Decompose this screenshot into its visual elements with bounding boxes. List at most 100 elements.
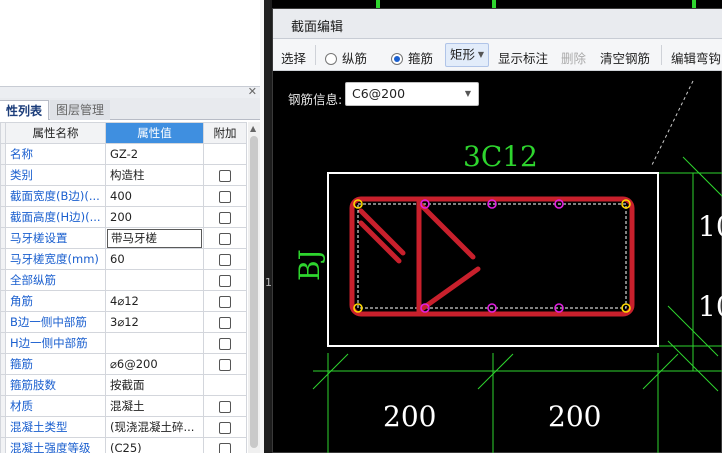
select-button[interactable]: 选择	[281, 48, 306, 67]
close-icon[interactable]: ✕	[248, 85, 257, 98]
toolbar-separator	[315, 45, 316, 65]
attach-checkbox[interactable]	[219, 316, 231, 329]
property-value-editor[interactable]: 带马牙槎	[107, 228, 202, 248]
radio-longitudinal-label: 纵筋	[342, 51, 368, 66]
property-extra-cell	[203, 248, 247, 270]
property-value-cell[interactable]: 构造柱	[105, 164, 204, 186]
tab-property-list[interactable]: 性列表	[0, 100, 50, 120]
attach-checkbox[interactable]	[219, 169, 231, 182]
property-value-cell[interactable]: 60	[105, 248, 204, 270]
property-extra-cell	[203, 311, 247, 333]
attach-checkbox[interactable]	[219, 400, 231, 413]
property-name-cell: 混凝土强度等级	[5, 437, 106, 453]
rebar-info-label: 钢筋信息:	[288, 92, 343, 107]
property-name-cell: 混凝土类型	[5, 416, 106, 438]
scrollbar-thumb[interactable]	[250, 136, 258, 448]
table-row[interactable]: 混凝土类型 (现浇混凝土碎...	[0, 416, 247, 438]
attach-checkbox[interactable]	[219, 337, 231, 350]
edit-bend-hook-button[interactable]: 编辑弯钩	[671, 48, 721, 67]
property-value-cell[interactable]: 按截面	[105, 374, 204, 396]
table-row[interactable]: 截面宽度(B边)(... 400	[0, 185, 247, 207]
property-name-cell: B边一侧中部筋	[5, 311, 106, 333]
attach-checkbox[interactable]	[219, 421, 231, 434]
table-header-row: 属性名称 属性值 附加	[0, 122, 247, 144]
property-value-cell[interactable]	[105, 332, 204, 354]
attach-checkbox[interactable]	[219, 358, 231, 371]
dialog-title-bar[interactable]: 截面编辑	[273, 9, 722, 39]
property-extra-cell	[203, 290, 247, 312]
property-value-cell[interactable]: 混凝土	[105, 395, 204, 417]
table-row[interactable]: 类别 构造柱	[0, 164, 247, 186]
attach-checkbox[interactable]	[219, 295, 231, 308]
table-row[interactable]: 名称 GZ-2	[0, 143, 247, 165]
attach-checkbox[interactable]	[219, 253, 231, 266]
property-extra-cell	[203, 416, 247, 438]
table-row[interactable]: B边一侧中部筋 3⌀12	[0, 311, 247, 333]
app-window: ✕ 性列表 图层管理 属性名称 属性值 附加 名称 GZ-2 类别 构造柱 截面宽度(B…	[0, 0, 722, 453]
property-extra-cell	[203, 437, 247, 453]
splitter[interactable]	[264, 0, 272, 453]
table-row[interactable]: 角筋 4⌀12	[0, 290, 247, 312]
cover-outline	[357, 203, 627, 309]
property-value-cell[interactable]: 4⌀12	[105, 290, 204, 312]
property-name-cell: 名称	[5, 143, 106, 165]
property-value-cell[interactable]: 3⌀12	[105, 311, 204, 333]
attach-checkbox[interactable]	[219, 232, 231, 245]
property-name-cell: 箍筋肢数	[5, 374, 106, 396]
stirrup-group	[349, 196, 635, 317]
property-table: 属性名称 属性值 附加 名称 GZ-2 类别 构造柱 截面宽度(B边)(... 400 截面…	[0, 122, 247, 453]
property-name-cell: 类别	[5, 164, 106, 186]
table-row[interactable]: 马牙槎设置 带马牙槎	[0, 227, 247, 249]
table-row[interactable]: 箍筋 ⌀6@200	[0, 353, 247, 375]
radio-longitudinal[interactable]: 纵筋	[325, 48, 367, 67]
property-extra-cell	[203, 143, 247, 165]
radio-stirrup[interactable]: 箍筋	[391, 48, 433, 67]
section-canvas[interactable]: 3C12 BJ 200 200 10 10	[273, 71, 722, 453]
dialog-title: 截面编辑	[291, 20, 344, 35]
column-header-value[interactable]: 属性值	[105, 122, 204, 144]
property-name-cell: 马牙槎宽度(mm)	[5, 248, 106, 270]
attach-checkbox[interactable]	[219, 442, 231, 453]
table-row[interactable]: H边一侧中部筋	[0, 332, 247, 354]
table-row[interactable]: 截面高度(H边)(... 200	[0, 206, 247, 228]
table-row[interactable]: 混凝土强度等级 (C25)	[0, 437, 247, 453]
delete-button[interactable]: 删除	[561, 48, 586, 67]
attach-checkbox[interactable]	[219, 190, 231, 203]
show-annotation-button[interactable]: 显示标注	[498, 48, 548, 67]
dialog-toolbar: 选择 纵筋 箍筋 矩形 ▼ 显示标注 删除 清空钢筋 编辑弯钩	[273, 39, 722, 71]
attach-checkbox[interactable]	[219, 211, 231, 224]
clear-rebar-button[interactable]: 清空钢筋	[600, 48, 650, 67]
left-panel-blank-area	[0, 0, 263, 86]
section-edit-dialog: 截面编辑 选择 纵筋 箍筋 矩形 ▼ 显示标注 删除 清空钢筋 编辑弯钩 3C1…	[272, 8, 722, 453]
property-value-cell[interactable]: GZ-2	[105, 143, 204, 165]
leader-line	[650, 80, 694, 168]
table-row[interactable]: 材质 混凝土	[0, 395, 247, 417]
table-row[interactable]: 马牙槎宽度(mm) 60	[0, 248, 247, 270]
vertical-scrollbar[interactable]: ▲	[248, 122, 260, 453]
property-value-cell[interactable]	[105, 269, 204, 291]
property-value-cell[interactable]: (C25)	[105, 437, 204, 453]
radio-longitudinal-icon	[325, 53, 337, 65]
dimension-text: 10	[698, 210, 722, 243]
property-value-cell[interactable]: ⌀6@200	[105, 353, 204, 375]
property-extra-cell	[203, 164, 247, 186]
tab-layer-management[interactable]: 图层管理	[50, 100, 111, 120]
property-value-cell[interactable]: (现浇混凝土碎...	[105, 416, 204, 438]
table-row[interactable]: 箍筋肢数 按截面	[0, 374, 247, 396]
dimension-text: 200	[548, 400, 601, 433]
stirrup-hook	[416, 200, 476, 260]
splitter-mark: 1	[265, 276, 272, 289]
property-value-cell[interactable]: 带马牙槎	[105, 227, 204, 249]
rebar-info-select[interactable]: C6@200 ▼	[345, 82, 479, 106]
shape-dropdown[interactable]: 矩形 ▼	[445, 43, 489, 67]
rebar-info-value: C6@200	[352, 86, 406, 101]
property-extra-cell	[203, 269, 247, 291]
top-rebar-label: 3C12	[463, 140, 538, 173]
scroll-up-icon[interactable]: ▲	[250, 124, 256, 133]
attach-checkbox[interactable]	[219, 274, 231, 287]
panel-tabs: 性列表 图层管理	[0, 98, 263, 120]
property-value-cell[interactable]: 200	[105, 206, 204, 228]
table-row[interactable]: 全部纵筋	[0, 269, 247, 291]
chevron-down-icon: ▼	[477, 50, 484, 59]
property-value-cell[interactable]: 400	[105, 185, 204, 207]
